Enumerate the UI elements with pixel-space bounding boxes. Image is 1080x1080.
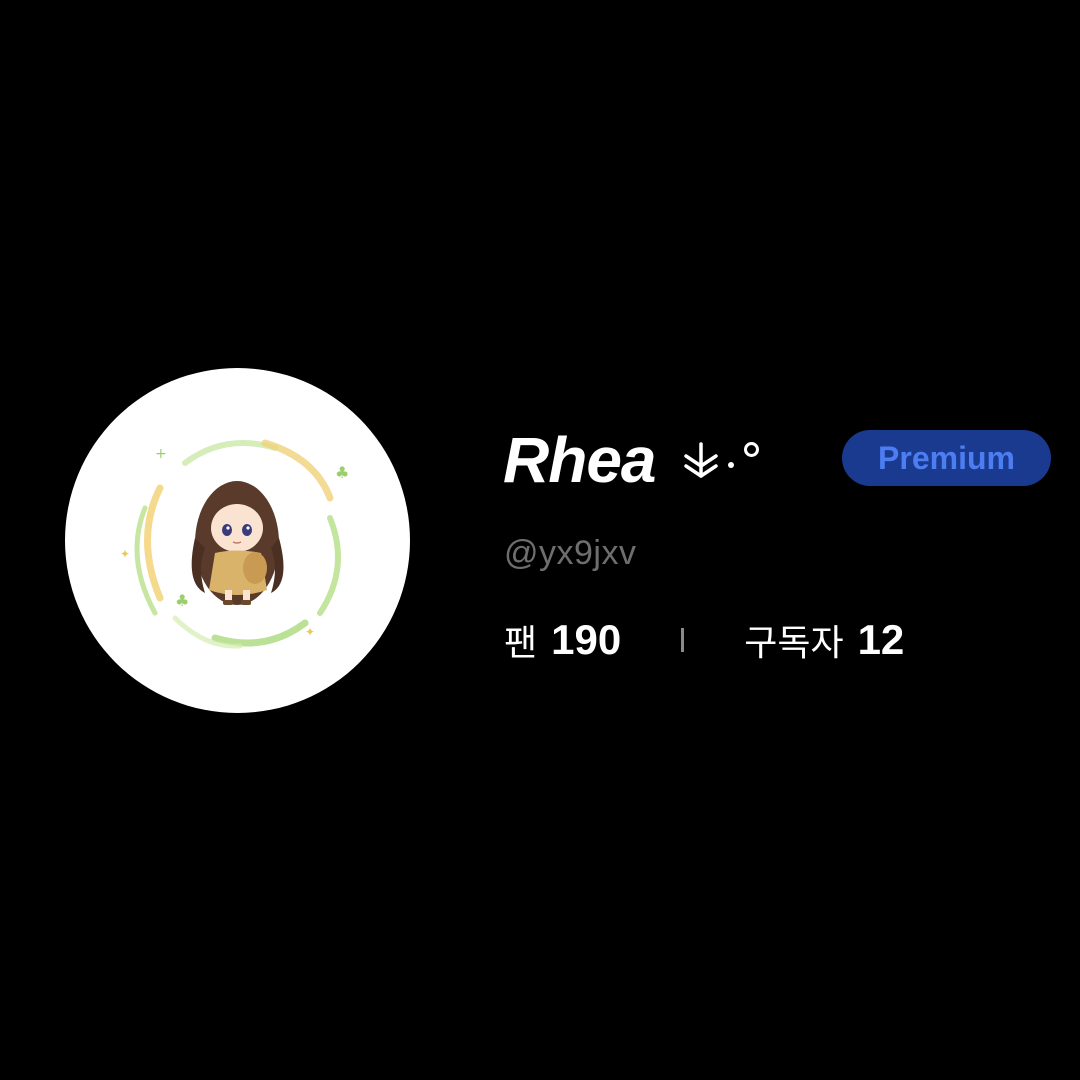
user-handle: @yx9jxv: [504, 534, 637, 572]
dot-icon: [727, 462, 734, 468]
chibi-character-avatar-icon: + ✦ ✦ ♣ ♣: [120, 439, 349, 649]
premium-badge[interactable]: Premium: [842, 430, 1051, 486]
stats-row: 팬 190 구독자 12: [504, 612, 904, 668]
svg-text:✦: ✦: [305, 625, 315, 639]
svg-text:✦: ✦: [120, 547, 130, 561]
svg-text:♣: ♣: [175, 591, 189, 610]
display-name: Rhea: [503, 424, 656, 496]
fans-label: 팬: [504, 623, 538, 664]
avatar[interactable]: + ✦ ✦ ♣ ♣: [65, 368, 410, 713]
subscribers-label: 구독자: [744, 623, 844, 664]
subscribers-count[interactable]: 12: [858, 616, 905, 664]
degree-ring-icon: [743, 441, 759, 457]
fans-count[interactable]: 190: [551, 616, 621, 664]
svg-text:♣: ♣: [335, 463, 349, 482]
profile-header: + ✦ ✦ ♣ ♣ Rhea Premium @yx9jxv 팬 190 구독자…: [0, 0, 1080, 1080]
name-decoration: [678, 438, 759, 482]
sprout-icon: [683, 442, 718, 478]
svg-text:+: +: [155, 446, 167, 462]
stats-divider: [681, 628, 685, 652]
name-row: Rhea: [503, 420, 759, 500]
